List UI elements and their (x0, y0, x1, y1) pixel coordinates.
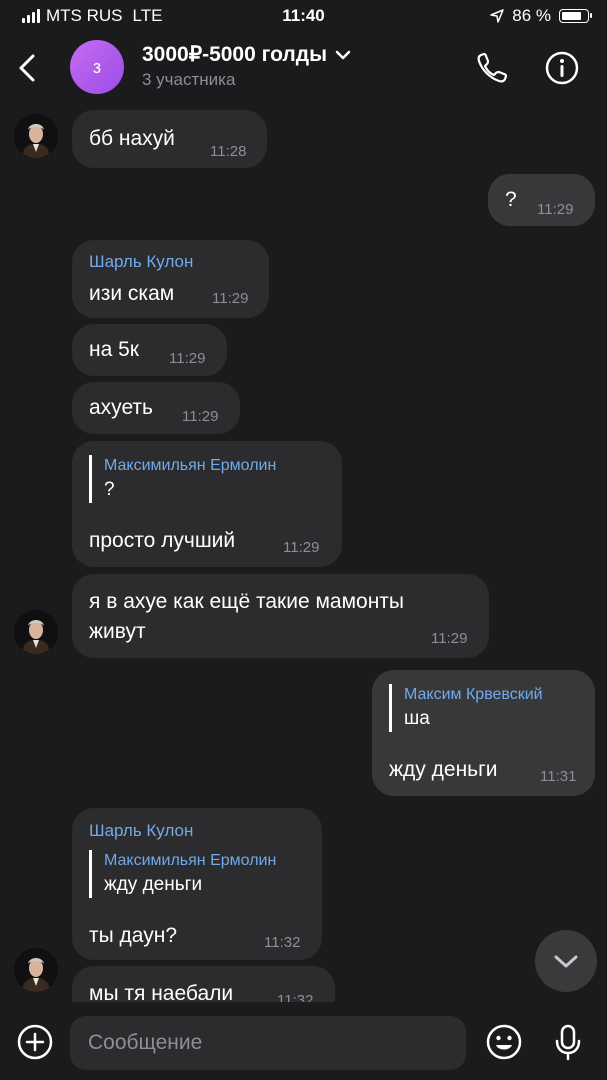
message-time: 11:29 (537, 201, 574, 218)
outgoing-reply-bubble[interactable]: Максим Крвевский ша жду деньги 11:31 (372, 670, 595, 796)
battery-level (562, 12, 581, 20)
sender-name[interactable]: Шарль Кулон (89, 821, 193, 841)
chat-title[interactable]: 3000₽-5000 голды (142, 42, 351, 67)
participants-count: 3 участника (142, 70, 236, 89)
chevron-down-icon (335, 50, 351, 59)
message-time: 11:29 (283, 539, 320, 556)
message-input[interactable]: Сообщение (70, 1016, 466, 1070)
message-time: 11:32 (264, 934, 301, 951)
message-time: 11:32 (277, 992, 314, 1002)
outgoing-message-bubble[interactable]: ? 11:29 (488, 174, 595, 226)
quoted-text: ша (404, 708, 430, 729)
emoji-icon[interactable] (484, 1022, 524, 1062)
status-bar: MTS RUS LTE 11:40 86 % (0, 0, 607, 32)
quoted-sender: Максимильян Ермолин (104, 852, 277, 869)
message-time: 11:31 (540, 768, 577, 785)
message-list[interactable]: бб нахуй 11:28 ? 11:29 Шарль Кулон изи с… (0, 102, 607, 1002)
message-text: бб нахуй (89, 127, 175, 150)
sender-avatar[interactable] (14, 114, 58, 158)
message-bubble[interactable]: мы тя наебали 11:32 (72, 966, 335, 1002)
reply-message-bubble[interactable]: Шарль Кулон Максимильян Ермолин жду день… (72, 808, 322, 960)
quoted-text: жду деньги (104, 874, 203, 895)
group-avatar[interactable]: з (70, 40, 124, 94)
message-bubble[interactable]: бб нахуй 11:28 (72, 110, 267, 168)
chat-title-text: 3000₽-5000 голды (142, 43, 328, 66)
message-time: 11:29 (169, 350, 206, 367)
message-text: на 5к (89, 338, 139, 361)
group-avatar-letter: з (92, 56, 102, 77)
add-icon[interactable] (15, 1022, 55, 1062)
message-time: 11:29 (182, 408, 219, 425)
quoted-sender: Максимильян Ермолин (104, 457, 277, 474)
battery-icon (559, 9, 592, 23)
message-text: ты даун? (89, 924, 178, 947)
microphone-icon[interactable] (548, 1022, 588, 1062)
quoted-message[interactable]: Максимильян Ермолин жду деньги (89, 850, 276, 898)
message-time: 11:29 (431, 630, 468, 647)
message-text: мы тя наебали (89, 982, 234, 1002)
battery-percent: 86 % (512, 6, 551, 25)
message-bubble[interactable]: я в ахуе как ещё такие мамонты живут 11:… (72, 574, 489, 658)
info-icon[interactable] (542, 48, 582, 88)
message-bubble[interactable]: ахуеть 11:29 (72, 382, 240, 434)
chevron-down-icon (554, 955, 578, 968)
message-text: просто лучший (89, 529, 236, 552)
message-text-line-1: я в ахуе как ещё такие мамонты (89, 590, 405, 613)
chat-header: з 3000₽-5000 голды 3 участника (0, 32, 607, 102)
message-text: ? (505, 188, 517, 211)
reply-message-bubble[interactable]: Максимильян Ермолин ? просто лучший 11:2… (72, 441, 342, 567)
sender-name[interactable]: Шарль Кулон (89, 252, 193, 272)
quoted-message[interactable]: Максимильян Ермолин ? (89, 455, 276, 503)
scroll-to-bottom-button[interactable] (535, 930, 597, 992)
message-text: жду деньги (389, 758, 498, 781)
message-text-line-2: живут (89, 620, 146, 643)
sender-avatar[interactable] (14, 948, 58, 992)
status-right: 86 % (490, 6, 592, 26)
message-time: 11:28 (210, 143, 247, 160)
message-bubble[interactable]: Шарль Кулон изи скам 11:29 (72, 240, 269, 318)
message-time: 11:29 (212, 290, 249, 307)
quoted-sender: Максим Крвевский (404, 686, 543, 703)
message-bubble[interactable]: на 5к 11:29 (72, 324, 227, 376)
message-composer: Сообщение (0, 1002, 607, 1080)
sender-avatar[interactable] (14, 610, 58, 654)
phone-icon[interactable] (472, 48, 512, 88)
quoted-message[interactable]: Максим Крвевский ша (389, 684, 543, 732)
quoted-text: ? (104, 479, 115, 500)
back-icon[interactable] (14, 48, 42, 88)
message-text: изи скам (89, 282, 175, 305)
portrait-icon (14, 114, 58, 158)
portrait-icon (14, 610, 58, 654)
message-text: ахуеть (89, 396, 153, 419)
portrait-icon (14, 948, 58, 992)
location-icon (490, 9, 504, 23)
